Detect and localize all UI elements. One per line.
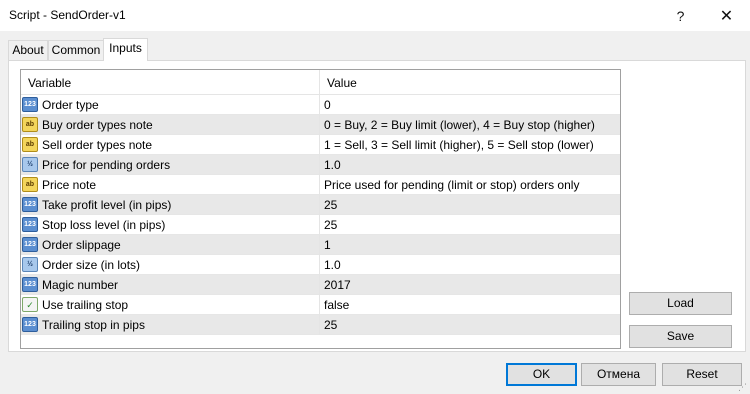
table-row[interactable]: ab Buy order types note 0 = Buy, 2 = Buy l… xyxy=(21,115,620,135)
variable-name: Price for pending orders xyxy=(42,158,171,172)
close-button[interactable]: ✕ xyxy=(704,0,749,31)
variable-name: Use trailing stop xyxy=(42,298,129,312)
cell-divider xyxy=(319,315,320,335)
save-button[interactable]: Save xyxy=(629,325,732,348)
table-row[interactable]: ✓ Use trailing stop false xyxy=(21,295,620,315)
variable-name: Buy order types note xyxy=(42,118,153,132)
variable-name: Take profit level (in pips) xyxy=(42,198,172,212)
ok-button[interactable]: OK xyxy=(506,363,577,386)
tab-about[interactable]: About xyxy=(8,40,48,60)
int-type-icon: 123 xyxy=(22,317,38,332)
reset-button[interactable]: Reset xyxy=(662,363,742,386)
cell-divider xyxy=(319,215,320,235)
int-type-icon: 123 xyxy=(22,97,38,112)
table-row[interactable]: 123 Trailing stop in pips 25 xyxy=(21,315,620,335)
variable-value[interactable]: 2017 xyxy=(324,275,351,295)
double-type-icon: ½ xyxy=(22,257,38,272)
variable-value[interactable]: 1.0 xyxy=(324,155,341,175)
bool-type-icon: ✓ xyxy=(22,297,38,312)
table-row[interactable]: ½ Order size (in lots) 1.0 xyxy=(21,255,620,275)
column-header-variable[interactable]: Variable xyxy=(28,76,71,90)
column-divider[interactable] xyxy=(319,70,320,94)
table-row[interactable]: 123 Magic number 2017 xyxy=(21,275,620,295)
cell-divider xyxy=(319,135,320,155)
cell-divider xyxy=(319,175,320,195)
int-type-icon: 123 xyxy=(22,217,38,232)
variable-name: Price note xyxy=(42,178,97,192)
variable-value[interactable]: 1 xyxy=(324,235,331,255)
help-icon: ? xyxy=(676,7,685,24)
string-type-icon: ab xyxy=(22,177,38,192)
load-button[interactable]: Load xyxy=(629,292,732,315)
variable-name: Trailing stop in pips xyxy=(42,318,145,332)
cancel-button[interactable]: Отмена xyxy=(581,363,656,386)
double-type-icon: ½ xyxy=(22,157,38,172)
variable-name: Order slippage xyxy=(42,238,121,252)
int-type-icon: 123 xyxy=(22,237,38,252)
cell-divider xyxy=(319,275,320,295)
variable-value[interactable]: Price used for pending (limit or stop) o… xyxy=(324,175,579,195)
title-bar: Script - SendOrder-v1 ? ✕ xyxy=(0,0,750,31)
cell-divider xyxy=(319,235,320,255)
close-icon: ✕ xyxy=(719,7,734,25)
variable-value[interactable]: 1 = Sell, 3 = Sell limit (higher), 5 = S… xyxy=(324,135,594,155)
variable-value[interactable]: 25 xyxy=(324,315,337,335)
help-button[interactable]: ? xyxy=(658,0,703,31)
tab-inputs[interactable]: Inputs xyxy=(103,38,148,61)
grid-header: Variable Value xyxy=(21,70,620,95)
variable-value[interactable]: 25 xyxy=(324,215,337,235)
cell-divider xyxy=(319,295,320,315)
table-row[interactable]: 123 Stop loss level (in pips) 25 xyxy=(21,215,620,235)
table-row[interactable]: ½ Price for pending orders 1.0 xyxy=(21,155,620,175)
variable-name: Magic number xyxy=(42,278,119,292)
table-row[interactable]: ab Price note Price used for pending (limi… xyxy=(21,175,620,195)
resize-grip-icon[interactable]: ⋰ xyxy=(738,382,748,392)
window-title: Script - SendOrder-v1 xyxy=(9,8,126,22)
column-header-value[interactable]: Value xyxy=(327,76,357,90)
variable-name: Order type xyxy=(42,98,99,112)
cell-divider xyxy=(319,95,320,115)
variable-value[interactable]: 1.0 xyxy=(324,255,341,275)
table-row[interactable]: 123 Order slippage 1 xyxy=(21,235,620,255)
cell-divider xyxy=(319,155,320,175)
table-row[interactable]: 123 Take profit level (in pips) 25 xyxy=(21,195,620,215)
inputs-grid: Variable Value 123 Order type 0 ab Buy order… xyxy=(20,69,621,349)
variable-value[interactable]: false xyxy=(324,295,349,315)
int-type-icon: 123 xyxy=(22,277,38,292)
variable-value[interactable]: 0 = Buy, 2 = Buy limit (lower), 4 = Buy … xyxy=(324,115,595,135)
string-type-icon: ab xyxy=(22,117,38,132)
variable-name: Order size (in lots) xyxy=(42,258,141,272)
string-type-icon: ab xyxy=(22,137,38,152)
table-row[interactable]: 123 Order type 0 xyxy=(21,95,620,115)
grid-body: 123 Order type 0 ab Buy order types note 0 = … xyxy=(21,95,620,335)
cell-divider xyxy=(319,195,320,215)
cell-divider xyxy=(319,115,320,135)
variable-value[interactable]: 25 xyxy=(324,195,337,215)
variable-value[interactable]: 0 xyxy=(324,95,331,115)
variable-name: Stop loss level (in pips) xyxy=(42,218,166,232)
cell-divider xyxy=(319,255,320,275)
variable-name: Sell order types note xyxy=(42,138,153,152)
tab-common[interactable]: Common xyxy=(48,40,104,60)
int-type-icon: 123 xyxy=(22,197,38,212)
table-row[interactable]: ab Sell order types note 1 = Sell, 3 = Sel… xyxy=(21,135,620,155)
